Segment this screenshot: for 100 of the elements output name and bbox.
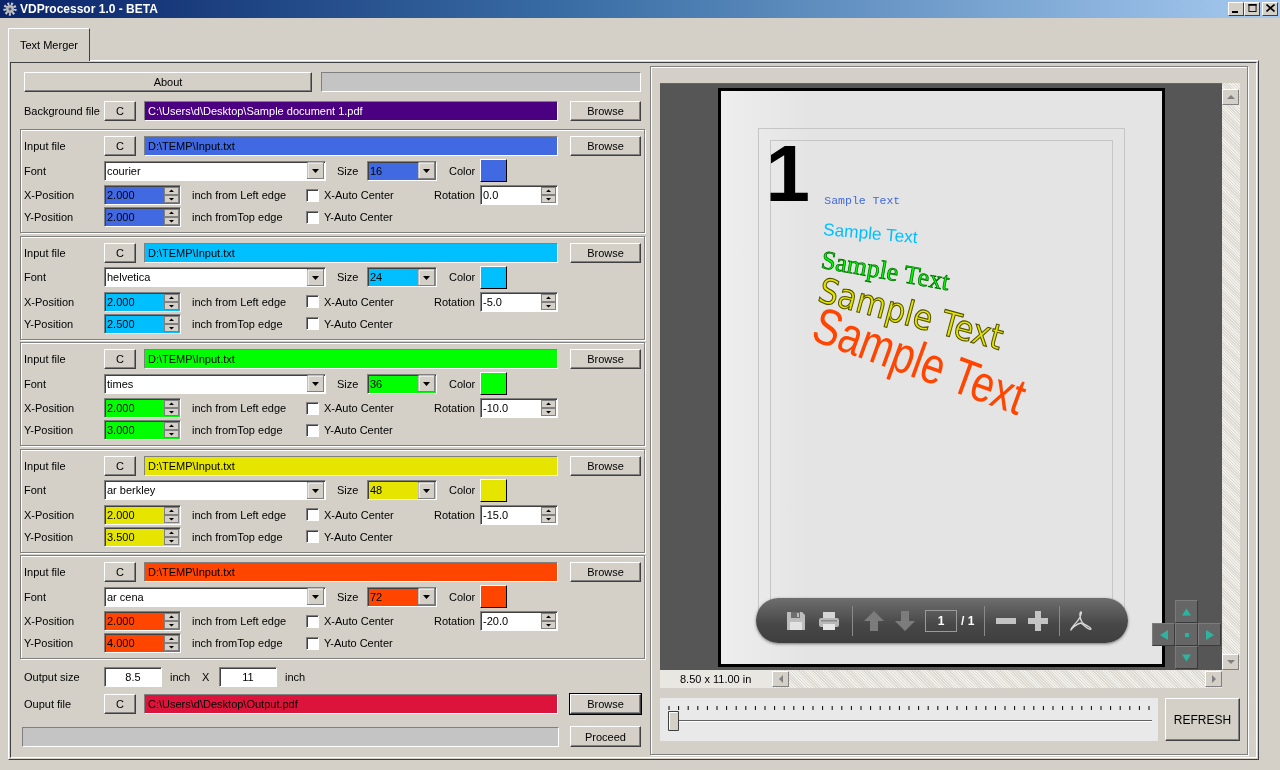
spin-buttons-icon[interactable] (164, 293, 179, 310)
page-number-field[interactable]: 1 (925, 609, 957, 632)
y-position-field[interactable]: 3.000 (104, 420, 181, 440)
caret-icon[interactable] (418, 375, 435, 392)
clear-button[interactable]: C (104, 694, 136, 714)
browse-button[interactable]: Browse (570, 349, 641, 369)
checkbox[interactable] (306, 295, 319, 308)
caret-icon[interactable] (307, 375, 324, 392)
clear-button[interactable]: C (104, 242, 136, 263)
pan-left-button[interactable] (1152, 623, 1175, 646)
spin-buttons-icon[interactable] (164, 400, 179, 416)
x-position-field[interactable]: 2.000 (104, 398, 181, 418)
plus-icon[interactable] (1027, 609, 1050, 632)
y-position-field[interactable]: 2.000 (104, 207, 181, 227)
caret-icon[interactable] (418, 588, 435, 605)
file-path-field[interactable]: D:\TEMP\Input.txt (144, 562, 558, 582)
height-field[interactable]: 11 (219, 667, 277, 687)
rotation-field[interactable]: -10.0 (480, 398, 558, 418)
pan-right-button[interactable] (1198, 623, 1221, 646)
color-swatch-icon[interactable] (480, 265, 507, 289)
spin-buttons-icon[interactable] (541, 506, 556, 523)
scroll-down-button[interactable] (1222, 654, 1239, 670)
color-swatch-icon[interactable] (480, 478, 507, 502)
spin-buttons-icon[interactable] (164, 422, 179, 438)
font-dropdown[interactable]: courier (104, 160, 326, 181)
scroll-left-button[interactable] (772, 671, 789, 687)
spin-buttons-icon[interactable] (164, 506, 179, 523)
caret-icon[interactable] (307, 268, 324, 286)
file-path-field[interactable]: D:\TEMP\Input.txt (144, 455, 558, 476)
vertical-scrollbar[interactable] (1222, 83, 1240, 670)
close-button[interactable] (1262, 2, 1278, 16)
x-position-field[interactable]: 2.000 (104, 185, 181, 205)
size-dropdown[interactable]: 48 (367, 480, 437, 500)
font-dropdown[interactable]: ar berkley (104, 480, 326, 500)
scroll-right-button[interactable] (1205, 671, 1222, 687)
refresh-button[interactable]: REFRESH (1165, 698, 1240, 741)
caret-icon[interactable] (418, 481, 435, 499)
caret-icon[interactable] (418, 162, 435, 179)
color-swatch-icon[interactable] (480, 372, 507, 395)
browse-button[interactable]: Browse (570, 694, 641, 714)
spin-buttons-icon[interactable] (541, 400, 556, 416)
file-path-field[interactable]: D:\TEMP\Input.txt (144, 136, 558, 156)
spin-buttons-icon[interactable] (541, 293, 556, 310)
caret-icon[interactable] (307, 588, 324, 605)
size-dropdown[interactable]: 36 (367, 373, 437, 394)
slider-thumb[interactable] (668, 711, 679, 731)
font-dropdown[interactable]: helvetica (104, 267, 326, 287)
y-position-field[interactable]: 3.500 (104, 526, 181, 547)
checkbox[interactable] (306, 188, 319, 202)
rotation-field[interactable]: -15.0 (480, 504, 558, 525)
horizontal-scrollbar[interactable] (772, 670, 1222, 688)
clear-button[interactable]: C (104, 101, 136, 121)
print-icon[interactable] (818, 610, 840, 631)
clear-button[interactable]: C (104, 455, 136, 476)
spin-buttons-icon[interactable] (164, 187, 179, 203)
pan-down-button[interactable] (1175, 646, 1198, 669)
logo-icon[interactable] (1070, 609, 1093, 632)
font-dropdown[interactable]: ar cena (104, 586, 326, 607)
caret-icon[interactable] (307, 162, 324, 179)
color-swatch-icon[interactable] (480, 159, 507, 182)
spin-buttons-icon[interactable] (164, 613, 179, 629)
checkbox[interactable] (306, 423, 319, 437)
minus-icon[interactable] (995, 617, 1018, 624)
caret-icon[interactable] (307, 481, 324, 499)
caret-icon[interactable] (418, 268, 435, 286)
spin-buttons-icon[interactable] (541, 187, 556, 203)
spin-buttons-icon[interactable] (164, 209, 179, 225)
about-button[interactable]: About (24, 72, 312, 92)
scroll-up-button[interactable] (1222, 89, 1239, 105)
rotation-field[interactable]: 0.0 (480, 185, 558, 205)
file-path-field[interactable]: C:\Users\d\Desktop\Output.pdf (144, 694, 558, 714)
pan-center-button[interactable] (1175, 623, 1198, 646)
checkbox[interactable] (306, 530, 319, 543)
font-dropdown[interactable]: times (104, 373, 326, 394)
clear-button[interactable]: C (104, 136, 136, 156)
x-position-field[interactable]: 2.000 (104, 611, 181, 631)
size-dropdown[interactable]: 16 (367, 160, 437, 181)
checkbox[interactable] (306, 508, 319, 521)
browse-button[interactable]: Browse (570, 136, 641, 156)
pan-up-button[interactable] (1175, 600, 1198, 623)
browse-button[interactable]: Browse (570, 101, 641, 121)
spin-buttons-icon[interactable] (541, 613, 556, 629)
y-position-field[interactable]: 4.000 (104, 633, 181, 653)
rotation-field[interactable]: -20.0 (480, 611, 558, 631)
x-position-field[interactable]: 2.000 (104, 291, 181, 312)
file-path-field[interactable]: D:\TEMP\Input.txt (144, 242, 558, 263)
clear-button[interactable]: C (104, 562, 136, 582)
x-position-field[interactable]: 2.000 (104, 504, 181, 525)
browse-button[interactable]: Browse (570, 242, 641, 263)
width-field[interactable]: 8.5 (104, 667, 162, 687)
browse-button[interactable]: Browse (570, 562, 641, 582)
color-swatch-icon[interactable] (480, 585, 507, 608)
checkbox[interactable] (306, 317, 319, 330)
minimize-button[interactable] (1228, 2, 1244, 16)
save-icon[interactable] (786, 610, 806, 631)
spin-buttons-icon[interactable] (164, 315, 179, 332)
proceed-button[interactable]: Proceed (570, 726, 641, 747)
y-position-field[interactable]: 2.500 (104, 313, 181, 334)
file-path-field[interactable]: C:\Users\d\Desktop\Sample document 1.pdf (144, 101, 558, 121)
file-path-field[interactable]: D:\TEMP\Input.txt (144, 349, 558, 369)
